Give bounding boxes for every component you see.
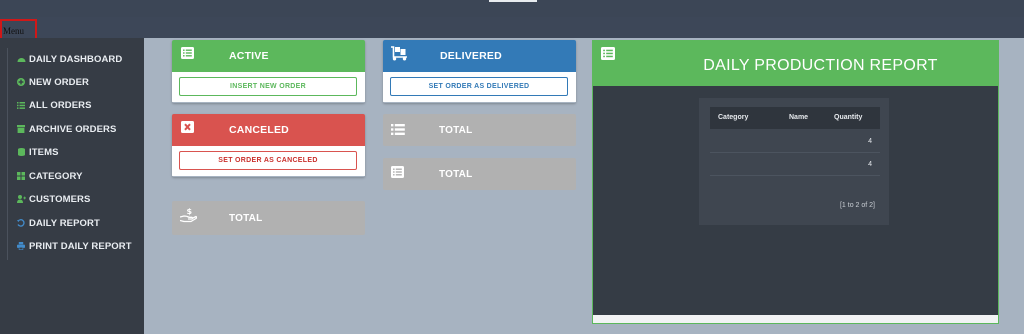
close-icon (181, 121, 194, 136)
sidebar-item-daily-dashboard[interactable]: DAILY DASHBOARD (16, 52, 122, 66)
table-row: 4 (710, 154, 880, 176)
delivered-card-body: SET ORDER AS DELIVERED (383, 72, 576, 102)
canceled-card-title: CANCELED (229, 124, 289, 136)
total-label: TOTAL (229, 213, 263, 224)
active-card-header: ACTIVE (172, 40, 365, 72)
delivered-card-header: DELIVERED (383, 40, 576, 72)
report-header: DAILY PRODUCTION REPORT (593, 41, 998, 86)
daily-production-report: DAILY PRODUCTION REPORT Category Name Qu… (592, 40, 999, 324)
cell-quantity: 4 (868, 138, 872, 145)
column-header-name[interactable]: Name (789, 114, 808, 121)
grid-icon (16, 171, 26, 181)
table-pager: [1 to 2 of 2] (839, 202, 875, 209)
svg-text:$: $ (187, 207, 193, 216)
sidebar-item-label: PRINT DAILY REPORT (29, 240, 132, 252)
total-tile-revenue: $ TOTAL (172, 201, 365, 235)
report-title: DAILY PRODUCTION REPORT (703, 57, 938, 74)
sidebar-item-label: ALL ORDERS (29, 99, 92, 111)
table-row: 4 (710, 131, 880, 153)
sidebar-item-print-daily-report[interactable]: PRINT DAILY REPORT (16, 239, 132, 253)
sidebar-item-label: ARCHIVE ORDERS (29, 123, 117, 135)
plus-circle-icon (16, 77, 26, 87)
hand-money-icon: $ (179, 207, 198, 228)
sidebar: DAILY DASHBOARD NEW ORDER ALL ORDERS ARC… (0, 38, 144, 334)
table-header-row: Category Name Quantity (710, 107, 880, 129)
dolly-icon (390, 46, 408, 64)
sidebar-item-new-order[interactable]: NEW ORDER (16, 75, 89, 89)
sidebar-item-archive-orders[interactable]: ARCHIVE ORDERS (16, 122, 116, 136)
canceled-card-header: CANCELED (172, 114, 365, 146)
delivered-card-title: DELIVERED (440, 50, 502, 62)
canceled-card: CANCELED SET ORDER AS CANCELED (172, 114, 365, 177)
column-header-quantity[interactable]: Quantity (834, 114, 862, 121)
sidebar-item-all-orders[interactable]: ALL ORDERS (16, 98, 92, 112)
dashboard-icon (16, 54, 26, 64)
total-tile-list: TOTAL (383, 158, 576, 190)
column-header-category[interactable]: Category (718, 114, 748, 121)
print-icon (16, 241, 26, 251)
report-table: Category Name Quantity 4 4 [1 to 2 of 2] (699, 98, 889, 225)
sidebar-item-label: ITEMS (29, 146, 59, 158)
list-alt-icon (391, 165, 404, 183)
total-label: TOTAL (439, 169, 473, 180)
total-tile-orders: TOTAL (383, 114, 576, 146)
active-card: ACTIVE INSERT NEW ORDER (172, 40, 365, 103)
list-icon (391, 122, 405, 140)
set-order-canceled-button[interactable]: SET ORDER AS CANCELED (179, 151, 357, 170)
header-band (0, 17, 1024, 38)
archive-icon (16, 124, 26, 134)
sidebar-item-label: CATEGORY (29, 170, 83, 182)
report-body: Category Name Quantity 4 4 [1 to 2 of 2] (593, 86, 998, 315)
set-order-delivered-button[interactable]: SET ORDER AS DELIVERED (390, 77, 568, 96)
history-icon (16, 218, 26, 228)
top-bar (0, 0, 1024, 17)
insert-new-order-button[interactable]: INSERT NEW ORDER (179, 77, 357, 96)
sidebar-item-items[interactable]: ITEMS (16, 145, 59, 159)
sidebar-item-label: DAILY REPORT (29, 217, 100, 229)
sidebar-item-label: DAILY DASHBOARD (29, 53, 123, 65)
list-alt-icon (181, 47, 194, 62)
user-plus-icon (16, 194, 26, 204)
sidebar-item-label: NEW ORDER (29, 76, 90, 88)
list-icon (16, 100, 26, 110)
cell-quantity: 4 (868, 161, 872, 168)
sidebar-item-daily-report[interactable]: DAILY REPORT (16, 216, 100, 230)
active-card-title: ACTIVE (229, 50, 269, 62)
sidebar-rail (7, 48, 8, 260)
top-notch (489, 0, 537, 2)
menu-label: Menu (3, 26, 24, 36)
database-icon (16, 147, 26, 157)
total-label: TOTAL (439, 125, 473, 136)
canceled-card-body: SET ORDER AS CANCELED (172, 146, 365, 176)
delivered-card: DELIVERED SET ORDER AS DELIVERED (383, 40, 576, 103)
active-card-body: INSERT NEW ORDER (172, 72, 365, 102)
sidebar-item-category[interactable]: CATEGORY (16, 169, 83, 183)
sidebar-item-customers[interactable]: CUSTOMERS (16, 192, 90, 206)
sidebar-item-label: CUSTOMERS (29, 193, 91, 205)
